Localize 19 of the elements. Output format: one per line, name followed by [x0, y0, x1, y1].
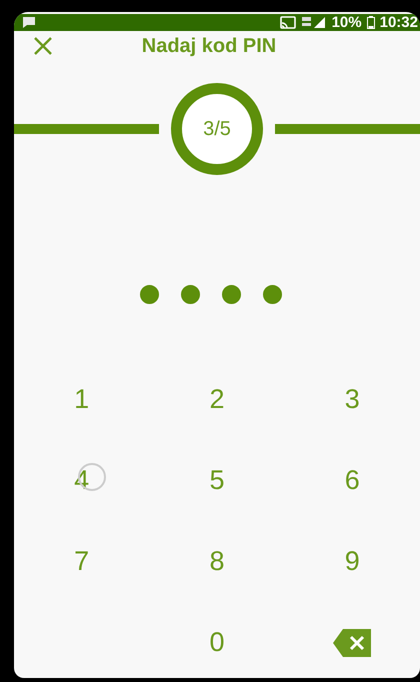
clock: 10:32 — [380, 14, 418, 31]
cast-icon — [280, 16, 296, 29]
battery-icon — [366, 16, 375, 29]
screen-title: Nadaj kod PIN — [142, 34, 278, 58]
message-icon — [22, 16, 36, 29]
digit-key[interactable]: 6 — [284, 440, 420, 521]
digit-key[interactable]: 3 — [284, 359, 420, 440]
digit-key[interactable]: 8 — [149, 521, 285, 602]
close-icon — [32, 35, 54, 57]
backspace-icon — [333, 628, 372, 656]
signal-icon — [300, 16, 327, 29]
digit-key[interactable]: 0 — [149, 602, 285, 678]
digit-key[interactable]: 2 — [149, 359, 285, 440]
digit-key[interactable]: 7 — [14, 521, 150, 602]
digit-key[interactable]: 9 — [284, 521, 420, 602]
digit-key[interactable]: 1 — [14, 359, 150, 440]
step-counter: 3/5 — [203, 118, 231, 140]
battery-percent: 10% — [332, 14, 362, 31]
digit-key[interactable]: 5 — [149, 440, 285, 521]
